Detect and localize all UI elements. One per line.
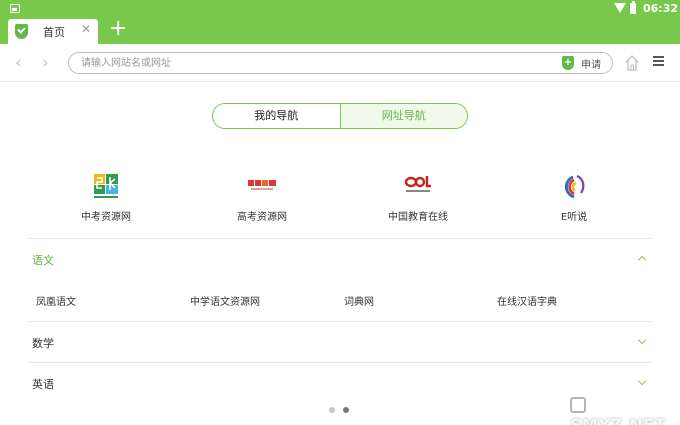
home-icon[interactable] (625, 54, 639, 72)
chevron-down-icon[interactable] (637, 335, 647, 345)
security-shield-icon[interactable]: + (562, 56, 574, 70)
section-header-math[interactable]: 数学 (32, 335, 54, 351)
status-bar: 06:32 (0, 0, 680, 18)
battery-icon (630, 1, 636, 14)
eol-logo-icon (404, 176, 431, 192)
toolbar: ‹ › + 申请 (0, 44, 680, 82)
link-hanyu-zidian[interactable]: 在线汉语字典 (497, 293, 557, 308)
wifi-icon (614, 3, 626, 13)
address-bar[interactable]: + 申请 (68, 52, 613, 74)
link-cidian[interactable]: 词典网 (344, 293, 374, 308)
image-icon (10, 4, 20, 13)
quick-link-zhongkao[interactable]: 中考资源网 (46, 173, 166, 223)
quick-link-label: 高考资源网 (237, 212, 287, 223)
back-button[interactable]: ‹ (15, 53, 22, 73)
watermark: SMYZ.NET (570, 396, 680, 425)
watermark-text: SMYZ.NET (570, 415, 666, 425)
quick-link-etingshuo[interactable]: E听说 (514, 173, 634, 223)
tab-home[interactable]: 首页 ✕ (8, 19, 98, 44)
divider (28, 321, 652, 322)
quick-link-label: 中国教育在线 (388, 212, 448, 223)
close-icon[interactable]: ✕ (81, 22, 91, 36)
gaokao-logo-icon (248, 180, 276, 190)
forward-button[interactable]: › (42, 53, 49, 73)
link-zhongxue-yuwen[interactable]: 中学语文资源网 (190, 293, 260, 308)
shield-icon (15, 24, 28, 39)
link-fenghuang-yuwen[interactable]: 凤凰语文 (36, 293, 76, 308)
chevron-up-icon[interactable] (637, 255, 647, 265)
quick-link-gaokao[interactable]: 高考资源网 (202, 173, 322, 223)
zhongkao-logo-icon (93, 173, 119, 198)
menu-icon[interactable] (653, 56, 664, 66)
nav-segment: 我的导航 网址导航 (212, 103, 468, 129)
tab-title: 首页 (43, 26, 65, 39)
section-header-english[interactable]: 英语 (32, 376, 54, 392)
divider (28, 238, 652, 239)
quick-link-eol[interactable]: 中国教育在线 (358, 173, 478, 223)
url-input[interactable] (81, 56, 501, 70)
tab-strip: 首页 ✕ + (0, 16, 680, 44)
etingshuo-logo-icon (564, 174, 585, 199)
quick-link-label: E听说 (560, 212, 588, 223)
tab-my-navigation[interactable]: 我的导航 (213, 104, 341, 128)
quick-link-label: 中考资源网 (81, 212, 131, 223)
section-header-chinese[interactable]: 语文 (32, 252, 54, 268)
apply-button[interactable]: 申请 (581, 56, 601, 71)
chevron-down-icon[interactable] (637, 376, 647, 386)
page-dot[interactable] (329, 407, 335, 413)
watermark-logo-icon (570, 397, 586, 413)
tab-site-navigation[interactable]: 网址导航 (340, 104, 467, 128)
divider (28, 362, 652, 363)
page-dot-active[interactable] (343, 407, 349, 413)
status-time: 06:32 (643, 2, 679, 15)
new-tab-button[interactable]: + (109, 16, 127, 42)
